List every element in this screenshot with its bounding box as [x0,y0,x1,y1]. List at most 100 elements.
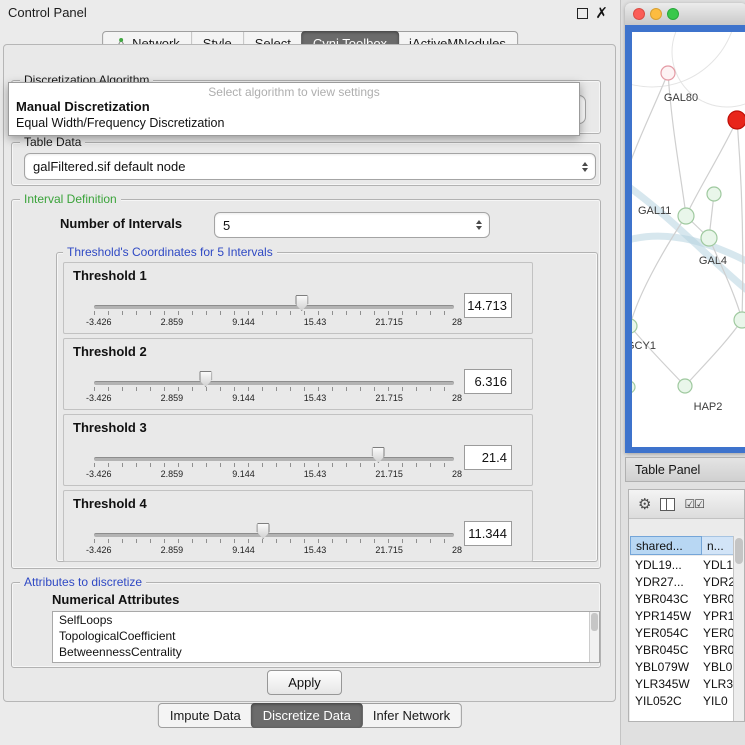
table-cell[interactable]: YER054C [630,626,703,640]
list-scrollbar[interactable] [589,612,599,662]
threshold-slider[interactable]: -3.4262.8599.14415.4321.71528 [94,519,454,559]
slider-track[interactable] [94,533,454,537]
table-cell[interactable]: YBR0 [703,643,734,657]
control-panel-titlebar: Control Panel ✗ [0,0,620,26]
slider-track[interactable] [94,457,454,461]
table-cell[interactable]: YIL0 [703,694,734,708]
threshold-label: Threshold 2 [73,344,147,359]
table-data-groupbox: Table Data galFiltered.sif default node [11,142,601,186]
close-icon[interactable]: ✗ [595,4,608,22]
threshold-value-field[interactable]: 21.4 [464,445,512,470]
table-data-combobox[interactable]: galFiltered.sif default node [24,153,596,180]
select-checkbox-icon[interactable]: ☑☑ [684,498,704,510]
column-header-name[interactable]: n... [702,536,734,555]
table-row[interactable]: YBR043CYBR0 [630,590,734,607]
slider-track[interactable] [94,381,454,385]
scrollbar-thumb[interactable] [735,538,743,564]
attributes-list: SelfLoopsTopologicalCoefficientBetweenne… [53,612,599,660]
network-edge [632,73,668,182]
tab-impute-data[interactable]: Impute Data [159,704,252,727]
num-intervals-combobox[interactable]: 5 [214,212,490,238]
control-panel-window: Control Panel ✗ Network [0,0,621,745]
slider-ticks [94,387,454,391]
table-cell[interactable]: YBR045C [630,643,703,657]
threshold-slider[interactable]: -3.4262.8599.14415.4321.71528 [94,443,454,483]
table-cell[interactable]: YDL19... [630,558,703,572]
table-row[interactable]: YDR27...YDR2 [630,573,734,590]
network-view-window: GAL80 GAL11 GAL4 GCY1 HAP2 [625,3,745,453]
table-cell[interactable]: YIL052C [630,694,703,708]
screen: Control Panel ✗ Network [0,0,745,745]
table-toolbar: ⚙ ☑☑ [629,490,744,519]
table-row[interactable]: YER054CYER0 [630,624,734,641]
network-node[interactable] [632,319,637,333]
scale-label: 28 [452,317,462,327]
scale-label: 9.144 [232,393,255,403]
network-node[interactable] [661,66,675,80]
scrollbar-thumb[interactable] [591,613,598,631]
network-canvas[interactable]: GAL80 GAL11 GAL4 GCY1 HAP2 [632,32,745,447]
tab-label: Impute Data [170,708,241,723]
table-cell[interactable]: YBL0 [703,660,734,674]
minimize-traffic-light[interactable] [650,8,662,20]
table-row[interactable]: YBL079WYBL0 [630,658,734,675]
tab-discretize-data[interactable]: Discretize Data [251,703,363,728]
node-label: GAL4 [699,255,727,267]
table-panel-header[interactable]: Table Panel [625,457,745,482]
slider-track[interactable] [94,305,454,309]
threshold-value-field[interactable]: 6.316 [464,369,512,394]
network-node[interactable] [678,379,692,393]
close-traffic-light[interactable] [633,8,645,20]
threshold-slider[interactable]: -3.4262.8599.14415.4321.71528 [94,291,454,331]
slider-scale: -3.4262.8599.14415.4321.71528 [86,317,462,327]
node-label: HAP2 [694,401,723,413]
table-cell[interactable]: YDR2 [703,575,734,589]
table-cell[interactable]: YDL1 [703,558,734,572]
gear-icon[interactable]: ⚙ [638,497,651,512]
table-cell[interactable]: YER0 [703,626,734,640]
table-cell[interactable]: YPR1 [703,609,734,623]
network-window-titlebar [625,3,745,26]
network-node[interactable] [701,230,717,246]
apply-button[interactable]: Apply [267,670,342,695]
table-cell[interactable]: YPR145W [630,609,703,623]
threshold-value-field[interactable]: 14.713 [464,293,512,318]
network-node-selected[interactable] [728,111,745,129]
network-node[interactable] [678,208,694,224]
column-header-shared-name[interactable]: shared... [630,536,702,555]
table-row[interactable]: YIL052CYIL0 [630,692,734,709]
scale-label: 15.43 [304,317,327,327]
table-scrollbar[interactable] [733,536,744,721]
table-cell[interactable]: YBR043C [630,592,703,606]
numerical-attributes-label: Numerical Attributes [52,592,179,607]
table-cell[interactable]: YDR27... [630,575,703,589]
list-item[interactable]: SelfLoops [53,612,599,628]
threshold-value-field[interactable]: 11.344 [464,521,512,546]
table-cell[interactable]: YBR0 [703,592,734,606]
table-row[interactable]: YBR045CYBR0 [630,641,734,658]
table-row[interactable]: YDL19...YDL1 [630,556,734,573]
table-row[interactable]: YPR145WYPR1 [630,607,734,624]
network-node[interactable] [707,187,721,201]
list-item[interactable]: TopologicalCoefficient [53,628,599,644]
column-chooser-icon[interactable] [660,498,675,511]
table-cell[interactable]: YLR345W [630,677,703,691]
algorithm-dropdown-popup: Select algorithm to view settings Manual… [8,82,580,136]
cyni-toolbox-panel: Discretization Algorithm Select algorith… [3,44,616,702]
network-node[interactable] [734,312,745,328]
table-cell[interactable]: YBL079W [630,660,703,674]
network-node[interactable] [632,381,635,393]
dropdown-item-equal-width[interactable]: Equal Width/Frequency Discretization [16,116,224,130]
table-row[interactable]: YLR345WYLR3 [630,675,734,692]
scale-label: -3.426 [86,469,112,479]
list-item[interactable]: BetweennessCentrality [53,644,599,660]
threshold-slider[interactable]: -3.4262.8599.14415.4321.71528 [94,367,454,407]
table-panel-title: Table Panel [635,463,700,477]
float-window-icon[interactable] [577,8,588,19]
dropdown-item-manual[interactable]: Manual Discretization [16,99,150,114]
table-cell[interactable]: YLR3 [703,677,734,691]
slider-scale: -3.4262.8599.14415.4321.71528 [86,469,462,479]
tab-infer-network[interactable]: Infer Network [362,704,461,727]
zoom-traffic-light[interactable] [667,8,679,20]
threshold-panels: Threshold 1-3.4262.8599.14415.4321.71528… [57,253,597,562]
